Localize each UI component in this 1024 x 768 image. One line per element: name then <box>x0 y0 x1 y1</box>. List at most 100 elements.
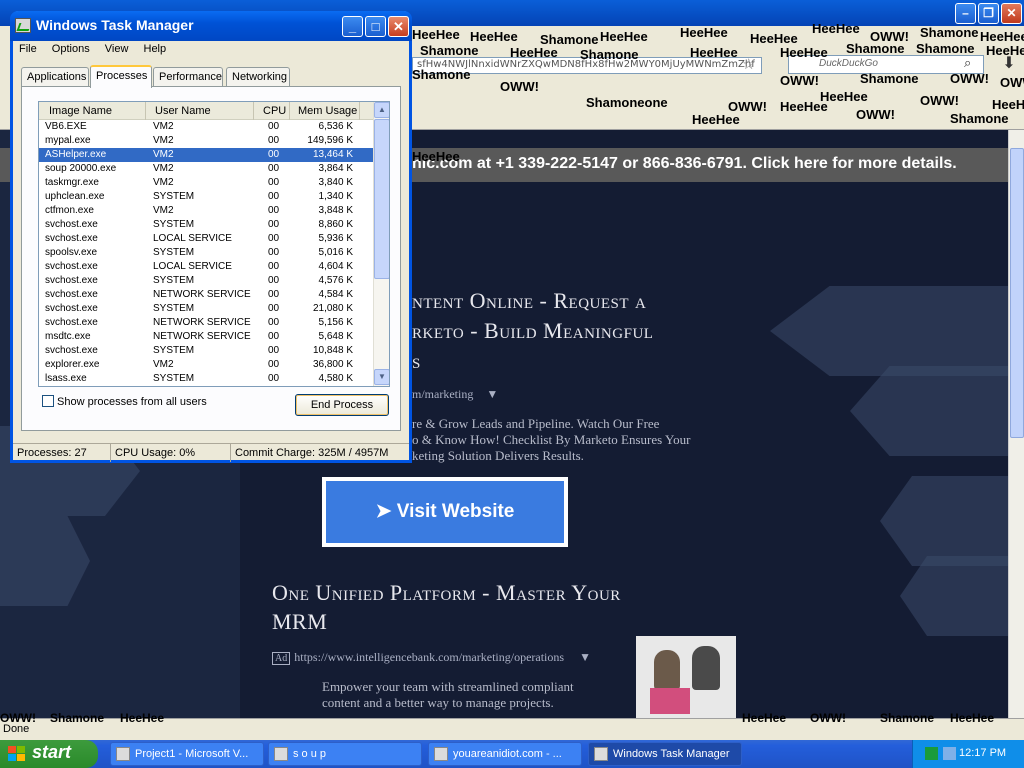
scroll-down-arrow[interactable]: ▼ <box>374 369 389 385</box>
spam-word: HeeHee <box>412 27 460 42</box>
table-row[interactable]: ctfmon.exe VM2 00 3,848 K <box>39 204 373 218</box>
column-header-mem-usage[interactable]: Mem Usage <box>290 102 360 120</box>
table-row[interactable]: uphclean.exe SYSTEM 00 1,340 K <box>39 190 373 204</box>
table-row[interactable]: svchost.exe SYSTEM 00 4,576 K <box>39 274 373 288</box>
spam-word: HeeHee <box>820 89 868 104</box>
process-user-name: VM2 <box>153 163 174 174</box>
vb6-icon <box>116 747 130 761</box>
page-scrollbar[interactable] <box>1008 130 1024 718</box>
table-row[interactable]: explorer.exe VM2 00 36,800 K <box>39 358 373 372</box>
process-mem-usage: 8,860 K <box>318 219 353 230</box>
scrollbar-thumb[interactable] <box>1010 148 1024 438</box>
spam-word: Shamone <box>50 711 105 725</box>
table-row[interactable]: spoolsv.exe SYSTEM 00 5,016 K <box>39 246 373 260</box>
ad2-title-line2[interactable]: MRM <box>272 609 327 635</box>
star-icon[interactable]: ☆ <box>742 55 755 73</box>
maximize-button[interactable]: □ <box>365 16 386 37</box>
ad2-url-text[interactable]: https://www.intelligencebank.com/marketi… <box>294 650 564 664</box>
scroll-up-arrow[interactable]: ▲ <box>374 102 389 118</box>
column-header-user-name[interactable]: User Name <box>146 102 254 120</box>
table-row[interactable]: svchost.exe LOCAL SERVICE 00 5,936 K <box>39 232 373 246</box>
tab-applications[interactable]: Applications <box>21 67 89 87</box>
ad1-title-line2[interactable]: rketo - Build Meaningful <box>412 318 653 344</box>
tab-processes[interactable]: Processes <box>90 65 152 88</box>
tab-performance[interactable]: Performance <box>153 67 223 87</box>
ad1-title-line1[interactable]: ntent Online - Request a <box>412 288 646 314</box>
tray-app-icon[interactable] <box>925 747 938 760</box>
table-row[interactable]: mypal.exe VM2 00 149,596 K <box>39 134 373 148</box>
end-process-button[interactable]: End Process <box>295 394 389 416</box>
search-icon[interactable]: ⌕ <box>964 55 971 71</box>
table-row[interactable]: svchost.exe SYSTEM 00 8,860 K <box>39 218 373 232</box>
process-image-name: svchost.exe <box>45 233 98 244</box>
table-row[interactable]: svchost.exe SYSTEM 00 10,848 K <box>39 344 373 358</box>
process-cpu: 00 <box>268 149 280 160</box>
visit-website-label[interactable]: ➤ Visit Website <box>326 481 564 543</box>
table-row[interactable]: lsass.exe SYSTEM 00 4,580 K <box>39 372 373 386</box>
process-user-name: SYSTEM <box>153 345 195 356</box>
process-mem-usage: 6,536 K <box>318 121 353 132</box>
chevron-down-icon[interactable]: ▼ <box>579 650 591 664</box>
table-row[interactable]: svchost.exe SYSTEM 00 21,080 K <box>39 302 373 316</box>
table-row[interactable]: msdtc.exe NETWORK SERVICE 00 5,648 K <box>39 330 373 344</box>
menu-help[interactable]: Help <box>144 43 167 55</box>
scrollbar-thumb[interactable] <box>374 119 389 279</box>
process-rows: VB6.EXE VM2 00 6,536 K mypal.exe VM2 00 149,596… <box>39 120 373 386</box>
close-button[interactable]: ✕ <box>1001 3 1022 24</box>
process-list[interactable]: Image Name User Name CPU Mem Usage VB6.E… <box>38 101 390 387</box>
process-user-name: NETWORK SERVICE <box>153 317 251 328</box>
table-row[interactable]: ASHelper.exe VM2 00 13,464 K <box>39 148 373 162</box>
start-button[interactable]: start <box>0 740 98 768</box>
spam-word: OWW! <box>0 711 36 725</box>
spam-word: Shamone <box>412 67 471 82</box>
menu-options[interactable]: Options <box>52 43 90 55</box>
status-processes: Processes: 27 <box>13 444 111 462</box>
taskbar-button-browser[interactable]: youareanidiot.com - ... <box>428 742 582 766</box>
spam-word: Shamone <box>580 47 639 62</box>
taskbar-button-soup[interactable]: s o u p <box>268 742 422 766</box>
table-row[interactable]: svchost.exe NETWORK SERVICE 00 4,584 K <box>39 288 373 302</box>
close-button[interactable]: ✕ <box>388 16 409 37</box>
show-all-processes-checkbox[interactable]: Show processes from all users <box>42 395 207 408</box>
table-row[interactable]: soup 20000.exe VM2 00 3,864 K <box>39 162 373 176</box>
ad2-title-line1[interactable]: One Unified Platform - Master Your <box>272 580 621 606</box>
menu-view[interactable]: View <box>105 43 129 55</box>
clock[interactable]: 12:17 PM <box>959 747 1006 759</box>
process-mem-usage: 10,848 K <box>312 345 353 356</box>
visit-website-button[interactable]: ➤ Visit Website <box>322 477 568 547</box>
minimize-button[interactable]: – <box>955 3 976 24</box>
menu-file[interactable]: File <box>19 43 37 55</box>
ad-thumbnail-image[interactable] <box>636 636 736 718</box>
table-row[interactable]: taskmgr.exe VM2 00 3,840 K <box>39 176 373 190</box>
network-icon[interactable] <box>943 747 956 760</box>
tab-networking[interactable]: Networking <box>226 67 290 87</box>
chevron-down-icon[interactable]: ▼ <box>486 387 498 401</box>
process-cpu: 00 <box>268 219 280 230</box>
ad1-url[interactable]: m/marketing ▼ <box>412 387 498 402</box>
status-cpu-usage: CPU Usage: 0% <box>111 444 231 462</box>
ad1-title-line3[interactable]: s <box>412 348 421 374</box>
spam-word: OWW! <box>920 93 959 108</box>
process-cpu: 00 <box>268 163 280 174</box>
task-manager-titlebar[interactable]: Windows Task Manager _ □ ✕ <box>10 11 412 41</box>
ad1-url-text[interactable]: m/marketing <box>412 387 473 401</box>
checkbox-box[interactable] <box>42 395 54 407</box>
taskbar-button-vb6[interactable]: Project1 - Microsoft V... <box>110 742 264 766</box>
column-header-image-name[interactable]: Image Name <box>39 102 146 120</box>
taskbar-button-task-manager[interactable]: Windows Task Manager <box>588 742 742 766</box>
table-row[interactable]: svchost.exe NETWORK SERVICE 00 5,156 K <box>39 316 373 330</box>
column-header-cpu[interactable]: CPU <box>254 102 290 120</box>
maximize-button[interactable]: ❐ <box>978 3 999 24</box>
list-scrollbar[interactable]: ▲ ▼ <box>373 102 389 386</box>
table-row[interactable]: svchost.exe LOCAL SERVICE 00 4,604 K <box>39 260 373 274</box>
process-image-name: svchost.exe <box>45 289 98 300</box>
ad2-url[interactable]: Ad https://www.intelligencebank.com/marke… <box>272 650 591 665</box>
spam-word: HeeHee <box>120 711 165 725</box>
spam-word: HeeHee <box>600 29 648 44</box>
spam-word: HeeHee <box>690 45 738 60</box>
table-row[interactable]: VB6.EXE VM2 00 6,536 K <box>39 120 373 134</box>
minimize-button[interactable]: _ <box>342 16 363 37</box>
process-image-name: taskmgr.exe <box>45 177 99 188</box>
process-cpu: 00 <box>268 331 280 342</box>
person-figure <box>692 646 720 690</box>
